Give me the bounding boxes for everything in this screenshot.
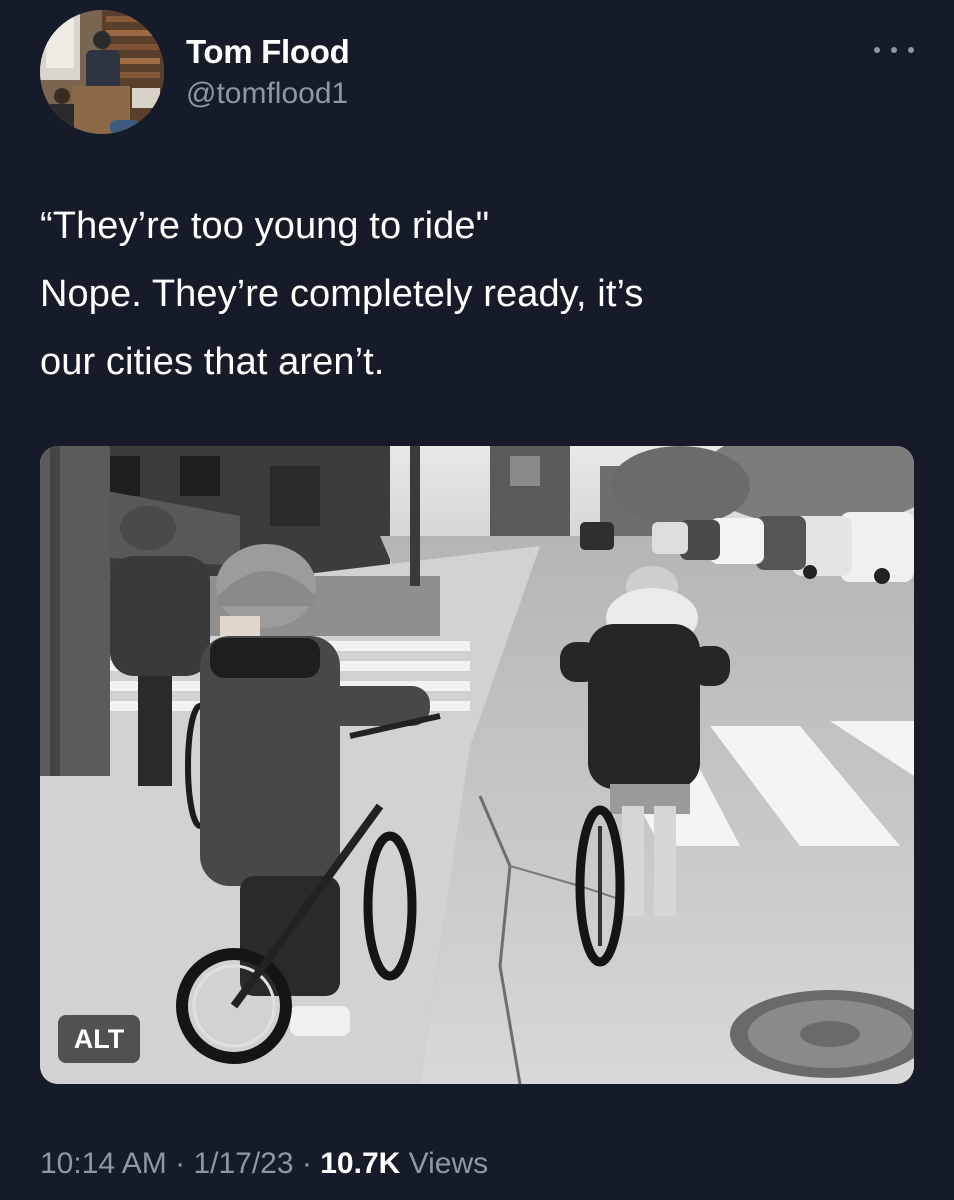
tweet-text: “They’re too young to ride" Nope. They’r…: [40, 205, 644, 383]
photo-children-on-bicycles: [40, 446, 914, 1084]
more-options-icon[interactable]: [874, 40, 914, 60]
display-name[interactable]: Tom Flood: [186, 32, 350, 72]
tweet-photo[interactable]: [40, 446, 914, 1084]
avatar-image: [40, 10, 164, 134]
views-label[interactable]: Views: [409, 1147, 488, 1180]
tweet-time[interactable]: 10:14 AM: [40, 1147, 167, 1180]
user-handle[interactable]: @tomflood1: [186, 74, 349, 114]
avatar[interactable]: [40, 10, 164, 134]
tweet-metadata: 10:14 AM · 1/17/23 · 10.7K Views: [40, 1142, 488, 1186]
tweet-date[interactable]: 1/17/23: [193, 1147, 293, 1180]
author-block: Tom Flood @tomflood1: [186, 32, 350, 114]
more-dot: [874, 47, 880, 53]
more-dot: [891, 47, 897, 53]
views-count[interactable]: 10.7K: [320, 1147, 400, 1180]
meta-separator: ·: [175, 1147, 186, 1180]
meta-separator: ·: [301, 1147, 312, 1180]
tweet-card: Tom Flood @tomflood1 “They’re too young …: [0, 0, 954, 1200]
more-dot: [908, 47, 914, 53]
alt-text-button[interactable]: ALT: [58, 1015, 140, 1063]
